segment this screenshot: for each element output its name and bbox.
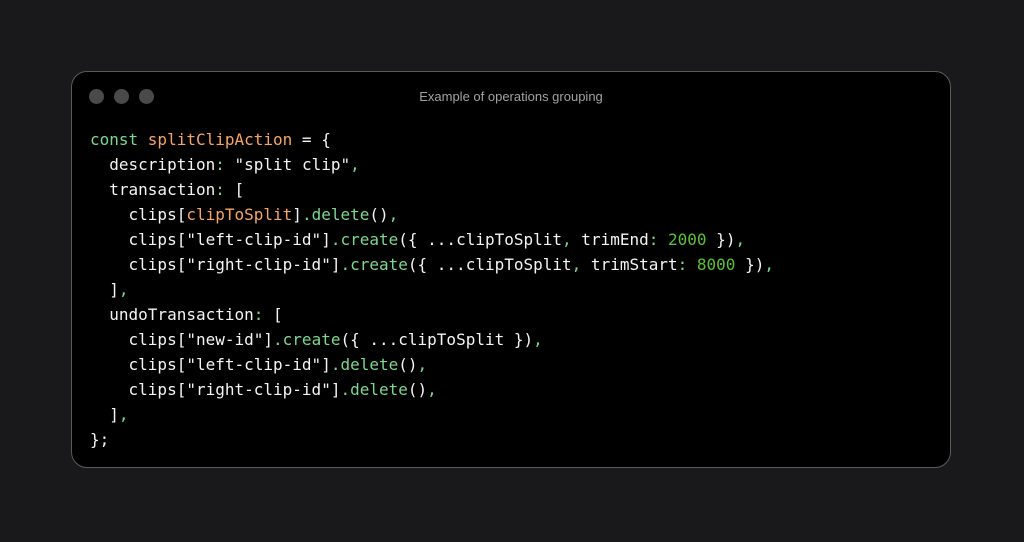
code-line: const splitClipAction = { [90, 127, 774, 152]
code-token: clips["right-clip-id"] [90, 255, 341, 274]
code-token: "split clip" [224, 155, 351, 174]
code-token: , [350, 155, 360, 174]
code-line: clips["right-clip-id"].delete(), [90, 377, 774, 402]
code-token: clips["left-clip-id"] [90, 355, 331, 374]
code-token: 8000 [696, 255, 736, 274]
code-token: .create [340, 255, 408, 274]
code-token: ] [292, 205, 302, 224]
code-token: trimStart [581, 255, 678, 274]
window-titlebar: Example of operations grouping [72, 72, 950, 122]
code-line: clips["right-clip-id"].create({ ...clipT… [90, 252, 774, 277]
code-token: , [388, 205, 399, 224]
code-window: Example of operations grouping const spl… [71, 71, 951, 468]
code-line: transaction: [ [90, 177, 774, 202]
code-token: clipToSplit [186, 205, 293, 224]
code-token: ({ ...clipToSplit }) [340, 330, 534, 349]
code-line: clips["left-clip-id"].create({ ...clipTo… [90, 227, 774, 252]
code-token: undoTransaction [90, 305, 254, 324]
code-token: trimEnd [571, 230, 649, 249]
code-token: , [562, 230, 572, 249]
code-token: : [648, 230, 659, 249]
code-line: clips["left-clip-id"].delete(), [90, 352, 774, 377]
code-token: ] [90, 280, 119, 299]
code-token: clips["right-clip-id"] [90, 380, 341, 399]
code-line: }; [90, 427, 774, 452]
code-token: .create [330, 230, 399, 249]
code-token: description [90, 155, 216, 174]
code-token: }; [90, 430, 110, 449]
code-token: , [417, 355, 428, 374]
code-token: : [253, 305, 264, 324]
code-line: clips["new-id"].create({ ...clipToSplit … [90, 327, 774, 352]
code-token: [ [263, 305, 283, 324]
code-block: const splitClipAction = { description: "… [90, 127, 774, 452]
code-token: }) [706, 230, 736, 249]
code-token: 2000 [668, 230, 707, 249]
code-line: description: "split clip", [90, 152, 774, 177]
code-token: = { [292, 130, 331, 149]
code-line: clips[clipToSplit].delete(), [90, 202, 774, 227]
code-token: .delete [340, 380, 408, 399]
code-token: .delete [330, 355, 399, 374]
code-token: () [398, 355, 418, 374]
code-token: () [407, 380, 428, 399]
code-token: ] [90, 405, 119, 424]
code-token: .delete [301, 205, 370, 224]
code-token: clips["new-id"] [90, 330, 274, 349]
code-token: , [533, 330, 543, 349]
code-line: undoTransaction: [ [90, 302, 774, 327]
code-token: ({ ...clipToSplit [407, 255, 572, 274]
code-token: : [215, 155, 225, 174]
code-token: , [118, 405, 129, 424]
code-token: () [369, 205, 389, 224]
code-token: , [764, 255, 774, 274]
code-token: splitClipAction [147, 130, 293, 149]
code-token: .create [273, 330, 341, 349]
code-token: clips["left-clip-id"] [90, 230, 331, 249]
code-token: transaction [90, 180, 216, 199]
code-token: : [677, 255, 688, 274]
code-line: ], [90, 402, 774, 427]
code-token: ({ ...clipToSplit [398, 230, 563, 249]
code-token: [ [224, 180, 245, 199]
window-title: Example of operations grouping [419, 89, 603, 104]
code-token: , [118, 280, 129, 299]
code-token: clips[ [90, 205, 187, 224]
code-token: }) [735, 255, 765, 274]
code-token: : [215, 180, 225, 199]
code-token: const [90, 130, 148, 149]
code-token: , [735, 230, 746, 249]
code-token: , [571, 255, 582, 274]
code-line: ], [90, 277, 774, 302]
code-token: , [427, 380, 437, 399]
